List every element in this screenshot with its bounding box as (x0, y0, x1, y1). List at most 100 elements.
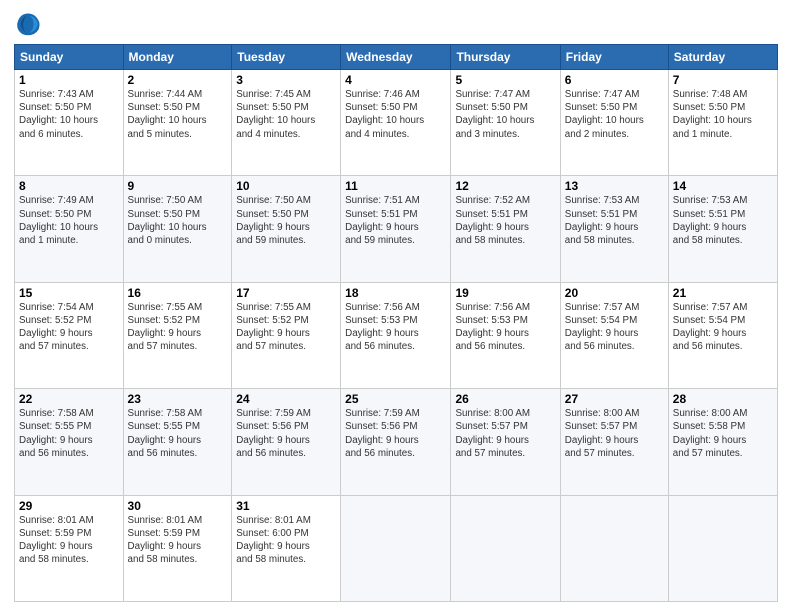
calendar-week-row: 1Sunrise: 7:43 AM Sunset: 5:50 PM Daylig… (15, 70, 778, 176)
calendar-day-cell: 17Sunrise: 7:55 AM Sunset: 5:52 PM Dayli… (232, 282, 341, 388)
calendar-day-cell (341, 495, 451, 601)
day-info: Sunrise: 7:52 AM Sunset: 5:51 PM Dayligh… (455, 194, 555, 247)
day-number: 15 (19, 286, 119, 300)
day-number: 31 (236, 499, 336, 513)
day-info: Sunrise: 7:49 AM Sunset: 5:50 PM Dayligh… (19, 194, 119, 247)
day-info: Sunrise: 7:47 AM Sunset: 5:50 PM Dayligh… (455, 88, 555, 141)
calendar-week-row: 29Sunrise: 8:01 AM Sunset: 5:59 PM Dayli… (15, 495, 778, 601)
calendar-day-cell: 29Sunrise: 8:01 AM Sunset: 5:59 PM Dayli… (15, 495, 124, 601)
calendar-day-header: Sunday (15, 45, 124, 70)
day-info: Sunrise: 7:59 AM Sunset: 5:56 PM Dayligh… (236, 407, 336, 460)
day-info: Sunrise: 7:58 AM Sunset: 5:55 PM Dayligh… (128, 407, 228, 460)
day-number: 26 (455, 392, 555, 406)
calendar-day-cell: 27Sunrise: 8:00 AM Sunset: 5:57 PM Dayli… (560, 389, 668, 495)
day-info: Sunrise: 7:47 AM Sunset: 5:50 PM Dayligh… (565, 88, 664, 141)
page-container: SundayMondayTuesdayWednesdayThursdayFrid… (0, 0, 792, 612)
day-info: Sunrise: 7:58 AM Sunset: 5:55 PM Dayligh… (19, 407, 119, 460)
day-number: 24 (236, 392, 336, 406)
day-number: 21 (673, 286, 773, 300)
calendar-header-row: SundayMondayTuesdayWednesdayThursdayFrid… (15, 45, 778, 70)
day-info: Sunrise: 8:00 AM Sunset: 5:57 PM Dayligh… (565, 407, 664, 460)
calendar-day-cell (668, 495, 777, 601)
day-info: Sunrise: 8:01 AM Sunset: 5:59 PM Dayligh… (19, 514, 119, 567)
day-number: 18 (345, 286, 446, 300)
day-number: 3 (236, 73, 336, 87)
calendar-day-cell: 9Sunrise: 7:50 AM Sunset: 5:50 PM Daylig… (123, 176, 232, 282)
calendar-day-cell: 12Sunrise: 7:52 AM Sunset: 5:51 PM Dayli… (451, 176, 560, 282)
calendar-day-cell: 22Sunrise: 7:58 AM Sunset: 5:55 PM Dayli… (15, 389, 124, 495)
day-info: Sunrise: 7:55 AM Sunset: 5:52 PM Dayligh… (128, 301, 228, 354)
day-number: 7 (673, 73, 773, 87)
day-info: Sunrise: 8:00 AM Sunset: 5:58 PM Dayligh… (673, 407, 773, 460)
day-info: Sunrise: 7:59 AM Sunset: 5:56 PM Dayligh… (345, 407, 446, 460)
calendar-day-cell: 3Sunrise: 7:45 AM Sunset: 5:50 PM Daylig… (232, 70, 341, 176)
calendar-day-cell (451, 495, 560, 601)
calendar-day-header: Friday (560, 45, 668, 70)
day-number: 16 (128, 286, 228, 300)
calendar-day-cell (560, 495, 668, 601)
calendar-day-cell: 14Sunrise: 7:53 AM Sunset: 5:51 PM Dayli… (668, 176, 777, 282)
calendar-day-cell: 1Sunrise: 7:43 AM Sunset: 5:50 PM Daylig… (15, 70, 124, 176)
day-number: 2 (128, 73, 228, 87)
day-info: Sunrise: 8:01 AM Sunset: 5:59 PM Dayligh… (128, 514, 228, 567)
day-number: 27 (565, 392, 664, 406)
header (14, 10, 778, 38)
logo-area (14, 10, 46, 38)
calendar-day-cell: 21Sunrise: 7:57 AM Sunset: 5:54 PM Dayli… (668, 282, 777, 388)
day-number: 1 (19, 73, 119, 87)
day-info: Sunrise: 7:46 AM Sunset: 5:50 PM Dayligh… (345, 88, 446, 141)
logo-icon (14, 10, 42, 38)
day-number: 19 (455, 286, 555, 300)
calendar-week-row: 8Sunrise: 7:49 AM Sunset: 5:50 PM Daylig… (15, 176, 778, 282)
day-info: Sunrise: 7:51 AM Sunset: 5:51 PM Dayligh… (345, 194, 446, 247)
calendar-day-cell: 2Sunrise: 7:44 AM Sunset: 5:50 PM Daylig… (123, 70, 232, 176)
calendar-day-cell: 5Sunrise: 7:47 AM Sunset: 5:50 PM Daylig… (451, 70, 560, 176)
calendar-week-row: 15Sunrise: 7:54 AM Sunset: 5:52 PM Dayli… (15, 282, 778, 388)
calendar-day-cell: 6Sunrise: 7:47 AM Sunset: 5:50 PM Daylig… (560, 70, 668, 176)
day-number: 20 (565, 286, 664, 300)
day-info: Sunrise: 7:53 AM Sunset: 5:51 PM Dayligh… (673, 194, 773, 247)
calendar-day-cell: 20Sunrise: 7:57 AM Sunset: 5:54 PM Dayli… (560, 282, 668, 388)
day-number: 28 (673, 392, 773, 406)
day-number: 11 (345, 179, 446, 193)
day-info: Sunrise: 7:44 AM Sunset: 5:50 PM Dayligh… (128, 88, 228, 141)
day-number: 12 (455, 179, 555, 193)
day-info: Sunrise: 7:54 AM Sunset: 5:52 PM Dayligh… (19, 301, 119, 354)
day-info: Sunrise: 7:53 AM Sunset: 5:51 PM Dayligh… (565, 194, 664, 247)
calendar-day-header: Monday (123, 45, 232, 70)
day-number: 5 (455, 73, 555, 87)
calendar-day-cell: 30Sunrise: 8:01 AM Sunset: 5:59 PM Dayli… (123, 495, 232, 601)
calendar-day-cell: 24Sunrise: 7:59 AM Sunset: 5:56 PM Dayli… (232, 389, 341, 495)
day-number: 4 (345, 73, 446, 87)
calendar-day-cell: 15Sunrise: 7:54 AM Sunset: 5:52 PM Dayli… (15, 282, 124, 388)
day-number: 10 (236, 179, 336, 193)
day-number: 22 (19, 392, 119, 406)
day-number: 29 (19, 499, 119, 513)
calendar-day-cell: 28Sunrise: 8:00 AM Sunset: 5:58 PM Dayli… (668, 389, 777, 495)
calendar-day-cell: 18Sunrise: 7:56 AM Sunset: 5:53 PM Dayli… (341, 282, 451, 388)
calendar-day-cell: 11Sunrise: 7:51 AM Sunset: 5:51 PM Dayli… (341, 176, 451, 282)
day-info: Sunrise: 7:56 AM Sunset: 5:53 PM Dayligh… (345, 301, 446, 354)
day-info: Sunrise: 7:50 AM Sunset: 5:50 PM Dayligh… (236, 194, 336, 247)
calendar-day-cell: 4Sunrise: 7:46 AM Sunset: 5:50 PM Daylig… (341, 70, 451, 176)
day-number: 13 (565, 179, 664, 193)
calendar-day-cell: 25Sunrise: 7:59 AM Sunset: 5:56 PM Dayli… (341, 389, 451, 495)
day-number: 17 (236, 286, 336, 300)
day-number: 25 (345, 392, 446, 406)
day-info: Sunrise: 7:45 AM Sunset: 5:50 PM Dayligh… (236, 88, 336, 141)
calendar-day-header: Saturday (668, 45, 777, 70)
day-info: Sunrise: 7:55 AM Sunset: 5:52 PM Dayligh… (236, 301, 336, 354)
calendar-day-cell: 23Sunrise: 7:58 AM Sunset: 5:55 PM Dayli… (123, 389, 232, 495)
calendar-day-cell: 26Sunrise: 8:00 AM Sunset: 5:57 PM Dayli… (451, 389, 560, 495)
calendar-day-cell: 19Sunrise: 7:56 AM Sunset: 5:53 PM Dayli… (451, 282, 560, 388)
day-number: 9 (128, 179, 228, 193)
day-number: 6 (565, 73, 664, 87)
day-number: 8 (19, 179, 119, 193)
day-info: Sunrise: 7:57 AM Sunset: 5:54 PM Dayligh… (673, 301, 773, 354)
day-info: Sunrise: 8:01 AM Sunset: 6:00 PM Dayligh… (236, 514, 336, 567)
calendar-day-header: Thursday (451, 45, 560, 70)
day-info: Sunrise: 7:43 AM Sunset: 5:50 PM Dayligh… (19, 88, 119, 141)
day-info: Sunrise: 7:48 AM Sunset: 5:50 PM Dayligh… (673, 88, 773, 141)
calendar-day-header: Wednesday (341, 45, 451, 70)
day-number: 14 (673, 179, 773, 193)
